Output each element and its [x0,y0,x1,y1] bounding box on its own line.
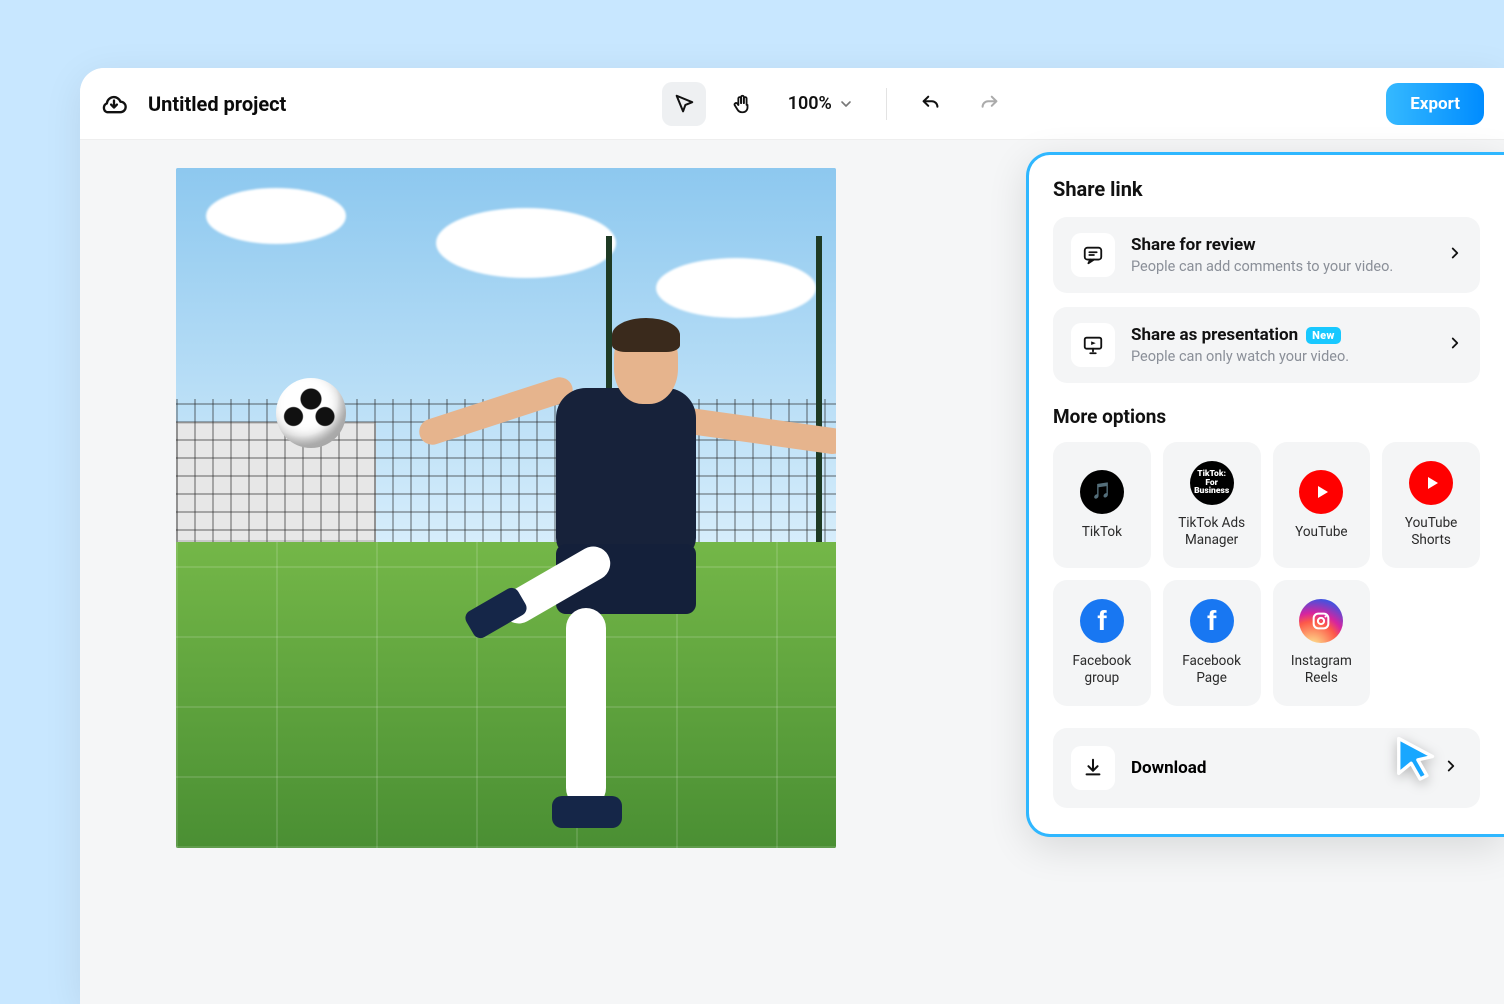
download-icon [1071,746,1115,790]
zoom-dropdown[interactable]: 100% [788,93,854,114]
option-label: Instagram Reels [1281,653,1363,687]
share-options-grid: 🎵 TikTok TikTok:For Business TikTok Ads … [1053,442,1480,706]
option-tiktok[interactable]: 🎵 TikTok [1053,442,1151,568]
more-options-title: More options [1053,405,1480,428]
comment-icon [1071,233,1115,277]
toolbar: Untitled project 100% Export [80,68,1504,140]
share-review-sub: People can add comments to your video. [1131,258,1462,275]
tiktok-business-icon: TikTok:For Business [1190,461,1234,505]
option-instagram-reels[interactable]: Instagram Reels [1273,580,1371,706]
share-presentation-label: Share as presentation [1131,325,1298,345]
export-button[interactable]: Export [1386,83,1484,125]
undo-button[interactable] [909,82,953,126]
tiktok-icon: 🎵 [1080,470,1124,514]
zoom-value: 100% [788,93,832,114]
hand-tool-button[interactable] [720,82,764,126]
youtube-icon [1299,470,1343,514]
download-card[interactable]: Download [1053,728,1480,808]
option-facebook-page[interactable]: f Facebook Page [1163,580,1261,706]
instagram-icon [1299,599,1343,643]
toolbar-divider [886,88,887,120]
export-button-label: Export [1410,94,1460,114]
new-badge: New [1306,327,1341,344]
project-title[interactable]: Untitled project [148,92,286,116]
cloud-sync-icon[interactable] [100,90,128,118]
chevron-right-icon [1446,244,1464,266]
share-for-review-card[interactable]: Share for review People can add comments… [1053,217,1480,293]
option-label: Facebook group [1061,653,1143,687]
cursor-pointer-icon [1392,734,1446,788]
option-label: Facebook Page [1171,653,1253,687]
option-facebook-group[interactable]: f Facebook group [1053,580,1151,706]
redo-button[interactable] [967,82,1011,126]
share-as-presentation-card[interactable]: Share as presentation New People can onl… [1053,307,1480,383]
chevron-down-icon [838,96,854,112]
soccer-player [356,268,816,828]
facebook-icon: f [1190,599,1234,643]
option-label: TikTok Ads Manager [1171,515,1253,549]
pointer-tool-button[interactable] [662,82,706,126]
option-youtube[interactable]: YouTube [1273,442,1371,568]
option-label: YouTube [1295,524,1347,541]
chevron-right-icon [1446,334,1464,356]
share-review-label: Share for review [1131,235,1256,255]
option-label: TikTok [1082,524,1122,541]
video-preview[interactable] [176,168,836,848]
share-link-title: Share link [1053,177,1480,201]
presentation-icon [1071,323,1115,367]
youtube-shorts-icon [1409,461,1453,505]
option-label: YouTube Shorts [1390,515,1472,549]
option-youtube-shorts[interactable]: YouTube Shorts [1382,442,1480,568]
share-presentation-sub: People can only watch your video. [1131,348,1462,365]
facebook-icon: f [1080,599,1124,643]
soccer-ball [276,378,346,448]
option-tiktok-ads[interactable]: TikTok:For Business TikTok Ads Manager [1163,442,1261,568]
download-label: Download [1131,758,1206,778]
export-share-panel: Share link Share for review People can a… [1026,152,1504,837]
